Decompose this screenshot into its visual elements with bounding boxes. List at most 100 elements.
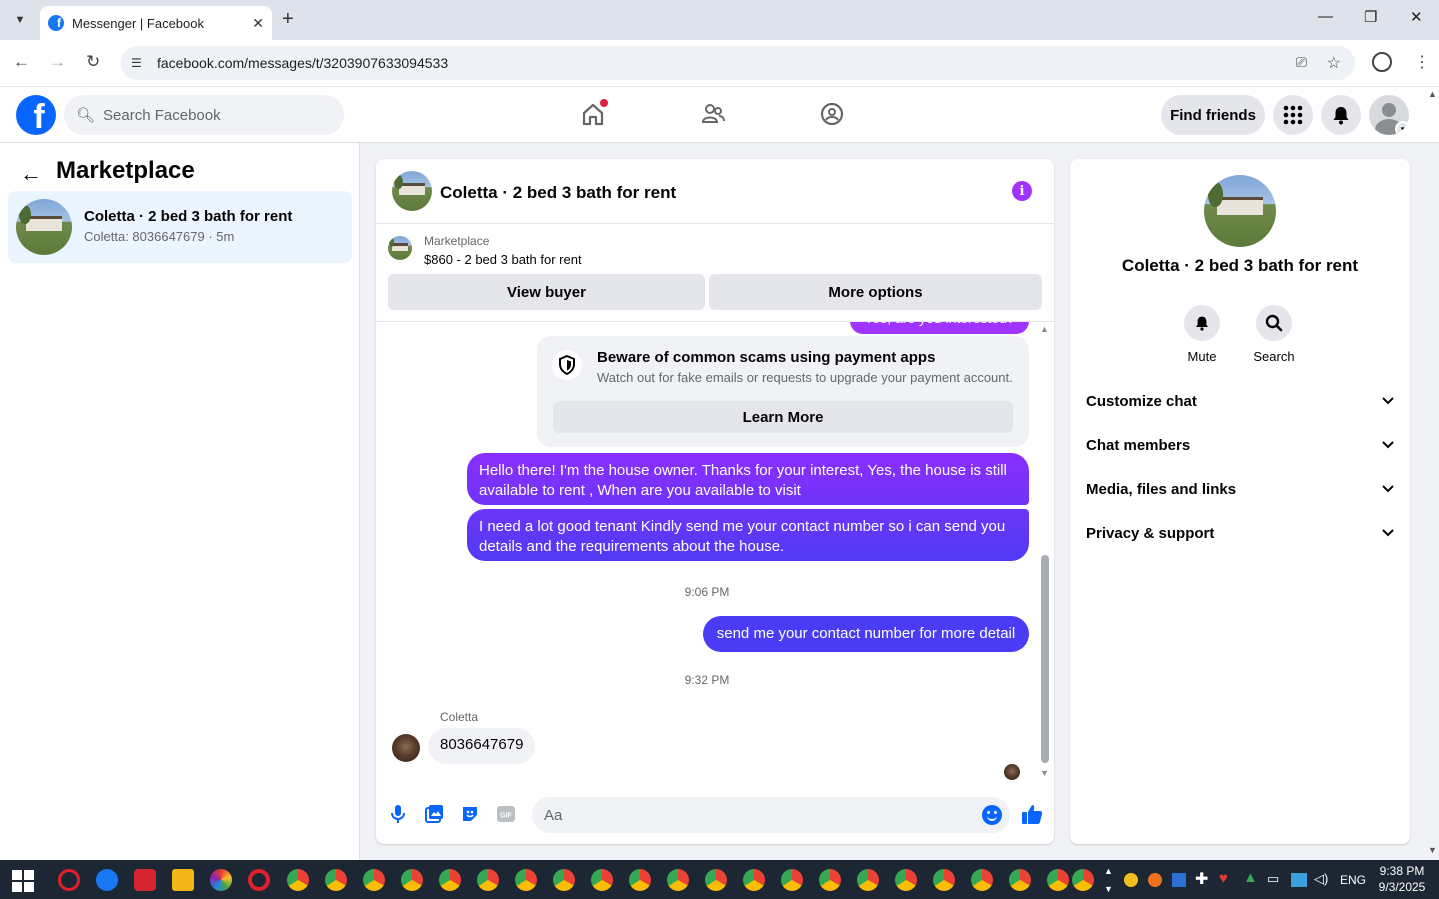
tray-app-icon[interactable] [1124,873,1138,887]
chrome-profile-icon[interactable] [743,869,765,891]
gif-icon[interactable]: GIF [496,804,516,824]
page-scroll-up-arrow-icon[interactable]: ▲ [1428,89,1437,99]
chrome-profile-icon[interactable] [1009,869,1031,891]
back-arrow-icon[interactable]: ← [20,161,42,187]
tab-close-icon[interactable]: ✕ [252,15,264,32]
opera-icon[interactable] [248,869,270,891]
media-files-links-section[interactable]: Media, files and links [1086,469,1394,509]
scroll-down-arrow-icon[interactable]: ▼ [1040,768,1049,778]
thumbs-up-icon[interactable] [1020,802,1044,826]
taskbar-overflow-arrows-icon[interactable]: ▲ ▼ [1104,862,1113,898]
browser-profile-icon[interactable] [1372,52,1392,72]
wps-office-icon[interactable] [134,869,156,891]
url-text[interactable]: facebook.com/messages/t/3203907633094533 [157,55,448,71]
emoji-icon[interactable] [982,805,1002,825]
tray-plus-icon[interactable]: ✚ [1195,869,1208,889]
scrollbar-thumb[interactable] [1041,555,1049,763]
chat-title[interactable]: Coletta · 2 bed 3 bath for rent [440,183,676,203]
back-icon[interactable]: ← [13,52,30,72]
tray-heart-icon[interactable]: ♥ [1219,870,1228,887]
chrome-profile-icon[interactable] [895,869,917,891]
customize-chat-section[interactable]: Customize chat [1086,381,1394,421]
chrome-profile-icon[interactable] [439,869,461,891]
more-options-button[interactable]: More options [709,274,1042,310]
conversation-photo[interactable] [1204,175,1276,247]
new-tab-icon[interactable]: + [282,8,294,31]
restore-icon[interactable]: ❐ [1364,8,1377,26]
home-icon[interactable] [578,99,608,129]
tray-display-icon[interactable]: ▭ [1267,871,1279,887]
groups-icon[interactable] [817,99,847,129]
chrome-profile-icon[interactable] [325,869,347,891]
chrome-profile-icon[interactable] [1072,869,1094,891]
facebook-search[interactable]: 🔍︎ [64,95,344,135]
incoming-message[interactable]: 8036647679 [428,728,536,764]
language-indicator[interactable]: ENG [1340,873,1366,887]
notifications-bell-icon[interactable] [1321,95,1361,135]
menu-grid-icon[interactable] [1273,95,1313,135]
chrome-profile-icon[interactable] [933,869,955,891]
page-scroll-down-arrow-icon[interactable]: ▼ [1428,845,1437,855]
tray-network-icon[interactable] [1291,873,1307,887]
search-conversation-button[interactable]: Search [1244,305,1304,364]
outgoing-message[interactable]: I need a lot good tenant Kindly send me … [467,509,1029,561]
facebook-app-icon[interactable] [96,869,118,891]
chrome-profile-icon[interactable] [287,869,309,891]
tab-search-chevron-icon[interactable]: ▼ [8,8,32,32]
find-friends-button[interactable]: Find friends [1161,95,1265,135]
chrome-profile-icon[interactable] [819,869,841,891]
file-explorer-icon[interactable] [172,869,194,891]
chrome-profile-icon[interactable] [477,869,499,891]
window-close-icon[interactable]: ✕ [1410,8,1423,26]
facebook-search-input[interactable] [103,106,324,124]
reload-icon[interactable]: ↻ [86,52,100,72]
browser-tab[interactable]: f Messenger | Facebook ✕ [40,6,272,40]
privacy-support-section[interactable]: Privacy & support [1086,513,1394,553]
install-app-icon[interactable]: ⎚ [1296,54,1307,71]
chrome-profile-icon[interactable] [705,869,727,891]
chrome-profile-icon[interactable] [363,869,385,891]
chrome-profile-icon[interactable] [591,869,613,891]
site-info-icon[interactable]: ☰ [131,56,149,70]
chat-members-section[interactable]: Chat members [1086,425,1394,465]
tray-update-icon[interactable] [1148,873,1162,887]
outgoing-message[interactable]: Hello there! I'm the house owner. Thanks… [467,453,1029,505]
chrome-profile-icon[interactable] [553,869,575,891]
windows-start-icon[interactable] [12,870,34,892]
scroll-up-arrow-icon[interactable]: ▲ [1040,324,1049,334]
chrome-profile-icon[interactable] [857,869,879,891]
view-buyer-button[interactable]: View buyer [388,274,705,310]
chrome-profile-icon[interactable] [1047,869,1069,891]
chat-header-thumbnail[interactable] [392,171,432,211]
volume-icon[interactable]: ◁) [1314,871,1328,887]
sticker-icon[interactable] [460,804,480,824]
chrome-profile-icon[interactable] [401,869,423,891]
listing-price[interactable]: $860 - 2 bed 3 bath for rent [424,252,582,267]
outgoing-message[interactable]: send me your contact number for more det… [703,616,1029,652]
chrome-profile-icon[interactable] [667,869,689,891]
browser-menu-icon[interactable]: ⋮ [1414,52,1430,72]
system-clock[interactable]: 9:38 PM 9/3/2025 [1372,863,1432,895]
address-bar[interactable]: ☰ facebook.com/messages/t/32039076330945… [121,46,1355,80]
sender-avatar[interactable] [392,734,420,762]
learn-more-button[interactable]: Learn More [553,401,1013,433]
tray-drive-icon[interactable]: ▲ [1243,869,1258,886]
tray-info-icon[interactable] [1172,873,1186,887]
minimize-icon[interactable]: — [1318,8,1333,25]
mute-button[interactable]: Mute [1172,305,1232,364]
photo-attach-icon[interactable] [424,804,444,824]
info-icon[interactable]: i [1012,181,1032,201]
facebook-logo-icon[interactable]: f [16,95,56,135]
message-input[interactable] [532,797,1010,833]
chrome-profile-icon[interactable] [971,869,993,891]
account-avatar[interactable]: ▾ [1369,95,1409,135]
chrome-profile-icon[interactable] [629,869,651,891]
opera-gx-icon[interactable] [58,869,80,891]
bookmark-star-icon[interactable]: ☆ [1327,53,1341,73]
friends-icon[interactable] [698,99,728,129]
chrome-profile-icon[interactable] [515,869,537,891]
chrome-profile-icon[interactable] [781,869,803,891]
conversation-item[interactable]: Coletta · 2 bed 3 bath for rent Coletta:… [8,191,352,263]
color-app-icon[interactable] [210,869,232,891]
forward-icon[interactable]: → [49,52,66,72]
